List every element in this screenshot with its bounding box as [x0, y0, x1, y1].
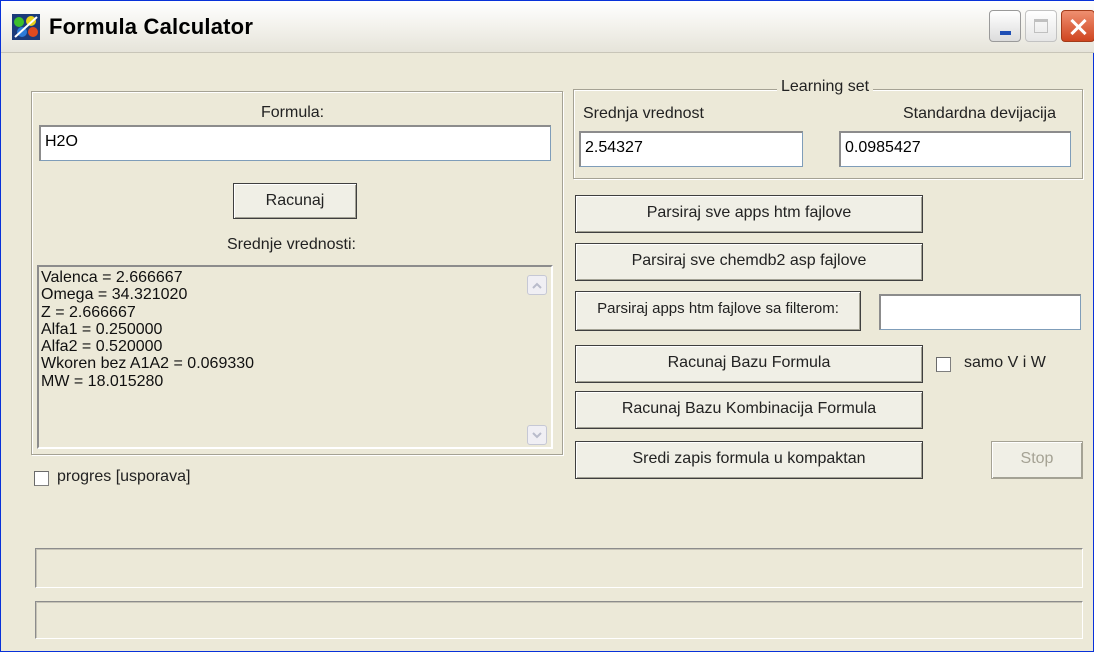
calc-db-button[interactable]: Racunaj Bazu Formula	[575, 345, 923, 383]
close-button[interactable]	[1061, 10, 1094, 42]
result-line: Valenca = 2.666667	[41, 269, 183, 286]
result-line: Omega = 34.321020	[41, 286, 188, 304]
progress-checkbox-label: progres [usporava]	[57, 468, 191, 485]
result-line: Wkoren bez A1A2 = 0.069330	[41, 355, 255, 373]
mean-label: Srednja vrednost	[583, 105, 704, 122]
minimize-button[interactable]	[989, 10, 1021, 42]
compact-notation-button[interactable]: Sredi zapis formula u kompaktan	[575, 441, 923, 479]
results-scrollbar[interactable]	[527, 275, 547, 445]
averages-label: Srednje vrednosti:	[227, 236, 356, 253]
main-window: Formula Calculator Formula: H2O Racunaj …	[0, 0, 1094, 652]
formula-input[interactable]: H2O	[39, 125, 551, 161]
app-icon[interactable]	[11, 13, 41, 41]
stop-button[interactable]: Stop	[991, 441, 1083, 479]
maximize-button[interactable]	[1025, 10, 1057, 42]
parse-apps-button[interactable]: Parsiraj sve apps htm fajlove	[575, 195, 923, 233]
results-list: Valenca = 2.666667 Omega = 34.321020 Z =…	[41, 269, 254, 390]
calculate-button[interactable]: Racunaj	[233, 183, 357, 219]
stddev-input[interactable]: 0.0985427	[839, 131, 1071, 167]
scroll-up-icon[interactable]	[527, 275, 547, 295]
only-vw-checkbox[interactable]	[936, 357, 951, 372]
stddev-label: Standardna devijacija	[903, 105, 1056, 122]
window-title: Formula Calculator	[49, 14, 254, 39]
parse-filter-button[interactable]: Parsiraj apps htm fajlove sa filterom:	[575, 291, 861, 331]
progress-bar-1	[35, 548, 1083, 588]
learning-set-legend: Learning set	[777, 78, 874, 96]
result-line: Alfa1 = 0.250000	[41, 320, 163, 338]
only-vw-label: samo V i W	[964, 354, 1046, 371]
mean-input[interactable]: 2.54327	[579, 131, 803, 167]
title-bar[interactable]: Formula Calculator	[1, 1, 1094, 53]
results-memo[interactable]: Valenca = 2.666667 Omega = 34.321020 Z =…	[37, 265, 553, 449]
result-line: MW = 18.015280	[41, 372, 164, 390]
filter-input[interactable]	[879, 294, 1081, 330]
parse-chemdb2-button[interactable]: Parsiraj sve chemdb2 asp fajlove	[575, 243, 923, 281]
result-line: Alfa2 = 0.520000	[41, 338, 163, 356]
progress-checkbox[interactable]	[34, 471, 49, 486]
progress-bar-2	[35, 601, 1083, 639]
formula-label: Formula:	[261, 104, 325, 121]
scroll-down-icon[interactable]	[527, 425, 547, 445]
calc-combinations-button[interactable]: Racunaj Bazu Kombinacija Formula	[575, 391, 923, 429]
result-line: Z = 2.666667	[41, 303, 136, 321]
